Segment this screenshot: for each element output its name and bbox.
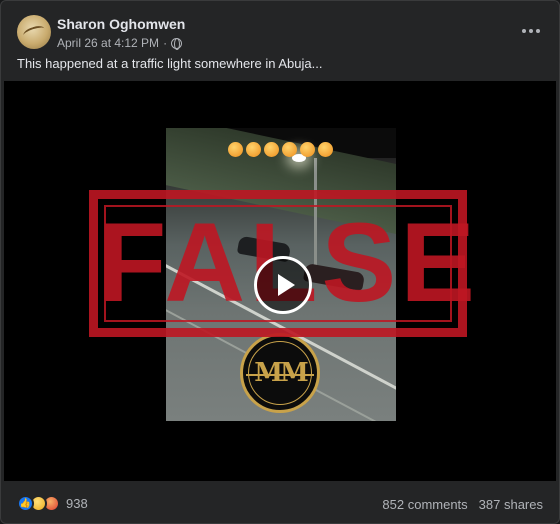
globe-icon[interactable] <box>171 37 183 50</box>
mm-logo: MM <box>240 333 320 413</box>
post-footer: 👍 938 852 comments 387 shares <box>1 489 559 521</box>
author-avatar[interactable] <box>17 15 51 49</box>
engagement-stats: 852 comments 387 shares <box>382 497 543 512</box>
reaction-count: 938 <box>66 496 88 511</box>
angry-face-emoji <box>282 142 297 157</box>
post-caption: This happened at a traffic light somewhe… <box>17 56 323 71</box>
video-player[interactable]: MM FALSE <box>4 81 556 481</box>
author-name[interactable]: Sharon Oghomwen <box>57 16 185 32</box>
reactions-summary[interactable]: 👍 938 <box>17 495 88 512</box>
avatar-signature <box>21 23 47 41</box>
angry-face-emoji <box>300 142 315 157</box>
angry-face-emoji <box>318 142 333 157</box>
post-meta: April 26 at 4:12 PM · <box>57 36 183 50</box>
play-button[interactable] <box>254 256 312 314</box>
shares-link[interactable]: 387 shares <box>479 497 543 512</box>
dot-icon <box>536 29 540 33</box>
post-timestamp[interactable]: April 26 at 4:12 PM <box>57 36 159 50</box>
logo-bar <box>246 374 314 376</box>
dot-icon <box>529 29 533 33</box>
angry-face-emoji <box>228 142 243 157</box>
meta-separator: · <box>163 36 168 50</box>
like-icon: 👍 <box>17 495 34 512</box>
more-options-button[interactable] <box>519 21 543 41</box>
emoji-row <box>228 142 333 157</box>
post-header: Sharon Oghomwen April 26 at 4:12 PM · <box>1 1 559 57</box>
play-icon <box>278 274 295 296</box>
facebook-post: Sharon Oghomwen April 26 at 4:12 PM · Th… <box>0 0 560 524</box>
angry-face-emoji <box>264 142 279 157</box>
dot-icon <box>522 29 526 33</box>
angry-face-emoji <box>246 142 261 157</box>
logo-ring <box>248 341 312 405</box>
comments-link[interactable]: 852 comments <box>382 497 467 512</box>
